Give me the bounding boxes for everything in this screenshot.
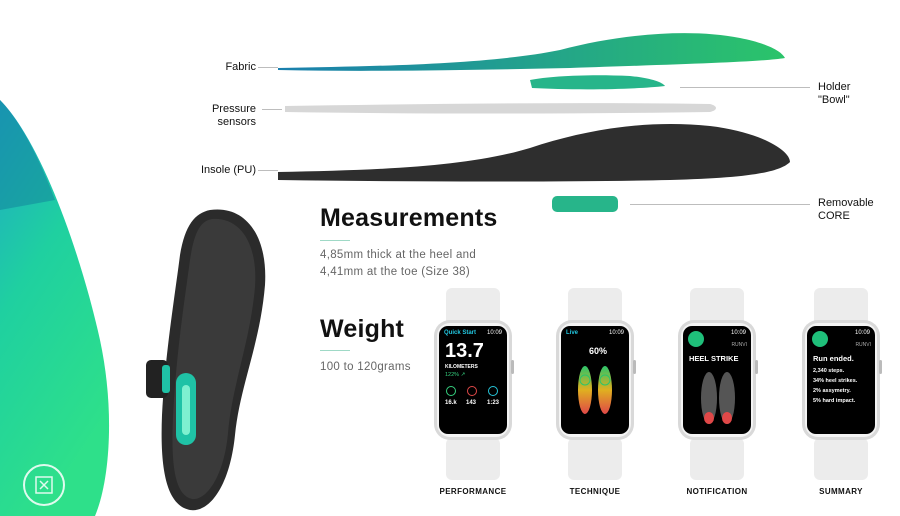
weight-rule [320,350,350,351]
pressure-leader-line [262,109,282,110]
watch-screen: 10:09 RUNVI Run ended. 2,340 steps. 34% heel… [807,326,875,434]
watch-screen: 10:09 Live 60% [561,326,629,434]
watch-time: 10:09 [730,330,746,336]
watch-notification: 10:09 RUNVI HEEL STRIKE [676,288,758,488]
watch-header: Live [566,330,579,336]
footprint-heatmap-icon [578,366,612,414]
watch-title: Run ended. [813,354,854,363]
watch-technique: 10:09 Live 60% [554,288,636,488]
watch-big-value: 13.7 [445,340,484,362]
watch-caption: SUMMARY [819,487,863,496]
watch-stat: 143 [466,400,477,406]
watch-time: 10:09 [854,330,870,336]
measurements-rule [320,240,350,241]
stat-ring-icon [467,386,477,396]
watch-summary-line: 5% hard impact. [813,398,856,404]
weight-title: Weight [320,315,405,343]
insole-layers-diagram [278,33,790,212]
core-leader-line [630,204,810,205]
watch-stat: 16.k [445,400,457,406]
insole-closeup-image [0,100,110,516]
watch-stat: 1:23 [487,400,500,406]
watch-brand: RUNVI [855,342,871,348]
label-pressure-sensors: Pressure sensors [211,103,256,128]
watch-performance: 10:09 Quick Start 13.7 KILOMETERS 122% ↗ 16.k… [432,288,514,488]
measurements-line2: 4,41mm at the toe (Size 38) [320,266,471,278]
watch-unit: KILOMETERS [445,364,478,370]
watch-summary-line: 2,340 steps. [813,368,845,374]
footprint-icon [701,372,735,424]
watch-caption: PERFORMANCE [439,487,507,496]
label-holder: Holder "Bowl" [818,81,851,106]
label-fabric: Fabric [225,61,256,73]
watch-brand: RUNVI [731,342,747,348]
watch-header: Quick Start [444,330,477,336]
watch-caption: NOTIFICATION [686,487,748,496]
stat-ring-icon [446,386,456,396]
runvi-app-icon [812,331,828,347]
watch-summary: 10:09 RUNVI Run ended. 2,340 steps. 34% heel… [800,288,882,488]
watch-summary-line: 34% heel strikes. [813,378,858,384]
watch-screen: 10:09 RUNVI HEEL STRIKE [683,326,751,434]
label-core: Removable CORE [818,197,874,222]
watch-big-value: 60% [589,346,608,356]
insole-underside-image [146,209,266,511]
watch-time: 10:09 [486,330,502,336]
measurements-title: Measurements [320,204,498,232]
stat-ring-icon [488,386,498,396]
holder-leader-line [680,87,810,88]
label-insole: Insole (PU) [200,164,256,176]
runvi-app-icon [688,331,704,347]
watch-sub: 122% ↗ [445,372,466,378]
weight-text: 100 to 120grams [320,361,411,373]
watch-summary-line: 2% assymetry. [813,388,851,394]
watch-time: 10:09 [608,330,624,336]
watch-screen: 10:09 Quick Start 13.7 KILOMETERS 122% ↗ 16.k… [439,326,507,434]
measurements-line1: 4,85mm thick at the heel and [320,249,477,261]
insole-leader-line [258,170,278,171]
watch-title: HEEL STRIKE [689,354,739,363]
watch-caption: TECHNIQUE [569,487,621,496]
fabric-leader-line [258,67,278,68]
